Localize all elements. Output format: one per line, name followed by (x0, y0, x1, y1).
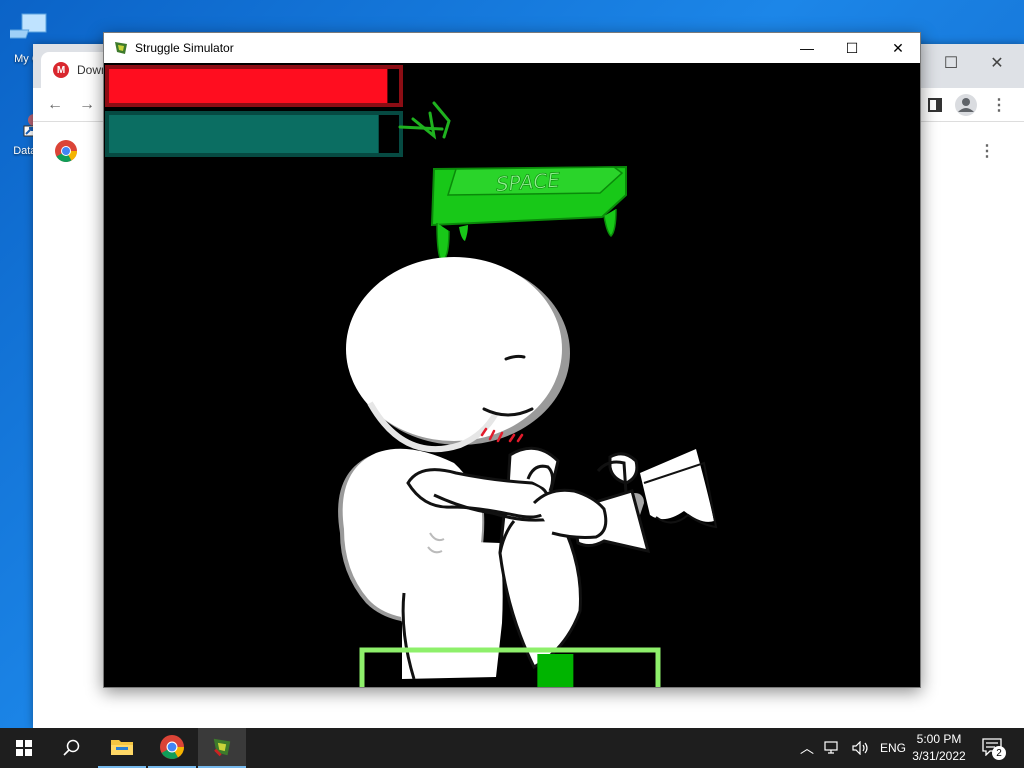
struggle-simulator-taskbar-button[interactable] (198, 728, 246, 768)
window-title: Struggle Simulator (135, 41, 234, 55)
network-icon[interactable] (824, 741, 842, 755)
profile-icon (955, 94, 977, 116)
struggle-simulator-icon (213, 738, 231, 757)
menu-kebab-icon: ⋮ (979, 143, 995, 160)
minimize-button[interactable]: — (784, 33, 830, 63)
forward-arrow-icon: → (79, 96, 95, 113)
back-button[interactable]: ← (44, 94, 66, 116)
sidepanel-icon (928, 98, 942, 112)
chrome-taskbar-button[interactable] (148, 728, 196, 768)
profile-button[interactable] (955, 94, 977, 116)
window-titlebar[interactable]: Struggle Simulator — ☐ ✕ (104, 33, 920, 63)
minimize-icon: — (800, 40, 814, 56)
windows-start-icon (16, 740, 32, 756)
arrow-scribble-icon (398, 101, 451, 140)
struggle-simulator-icon (115, 42, 127, 54)
chrome-page-logo (55, 140, 77, 165)
struggle-simulator-window: Struggle Simulator — ☐ ✕ SPACE (103, 32, 921, 688)
chrome-icon (160, 735, 184, 759)
maximize-button[interactable]: ☐ (829, 33, 875, 63)
struggle-meter-marker (537, 654, 574, 687)
chrome-logo-icon (55, 140, 77, 162)
chrome-close-button[interactable]: ✕ (977, 50, 1017, 76)
clock-date: 3/31/2022 (912, 749, 966, 763)
character-illustration (338, 257, 718, 680)
notifications-button[interactable]: 2 (982, 738, 1006, 760)
maximize-icon: ☐ (845, 39, 859, 56)
clock[interactable]: 5:00 PM 3/31/2022 (900, 731, 978, 765)
chrome-menu-button[interactable]: ⋮ (988, 94, 1010, 116)
page-menu-button[interactable]: ⋮ (976, 140, 998, 162)
chevron-up-icon[interactable]: ︿ (800, 738, 814, 758)
forward-button[interactable]: → (76, 94, 98, 116)
health-bar-fill (109, 69, 388, 103)
close-icon: ✕ (892, 39, 904, 56)
file-explorer-button[interactable] (98, 728, 146, 768)
search-icon (63, 739, 80, 756)
space-key-icon: SPACE (430, 165, 627, 261)
close-button[interactable]: ✕ (875, 33, 921, 63)
sidepanel-button[interactable] (924, 94, 946, 116)
search-button[interactable] (48, 728, 96, 768)
chrome-maximize-button[interactable]: ☐ (931, 50, 971, 76)
game-canvas[interactable]: SPACE (104, 63, 920, 687)
clock-time: 5:00 PM (916, 732, 962, 746)
mega-icon: M (53, 62, 69, 78)
system-tray: ︿ ENG (800, 728, 906, 768)
file-explorer-icon (111, 740, 133, 755)
maximize-icon: ☐ (943, 55, 959, 72)
game-scene: SPACE (105, 65, 718, 687)
stamina-bar-fill (109, 115, 379, 153)
menu-kebab-icon: ⋮ (991, 97, 1007, 114)
volume-icon[interactable] (852, 741, 870, 755)
back-arrow-icon: ← (47, 96, 63, 113)
health-bar (105, 65, 403, 107)
stamina-bar (105, 111, 403, 157)
close-icon: ✕ (990, 55, 1004, 72)
taskbar: ︿ ENG 5:00 PM 3/31/2022 2 (0, 728, 1024, 768)
start-button[interactable] (0, 728, 48, 768)
space-key-label: SPACE (495, 168, 561, 196)
notification-count-badge: 2 (992, 746, 1006, 760)
